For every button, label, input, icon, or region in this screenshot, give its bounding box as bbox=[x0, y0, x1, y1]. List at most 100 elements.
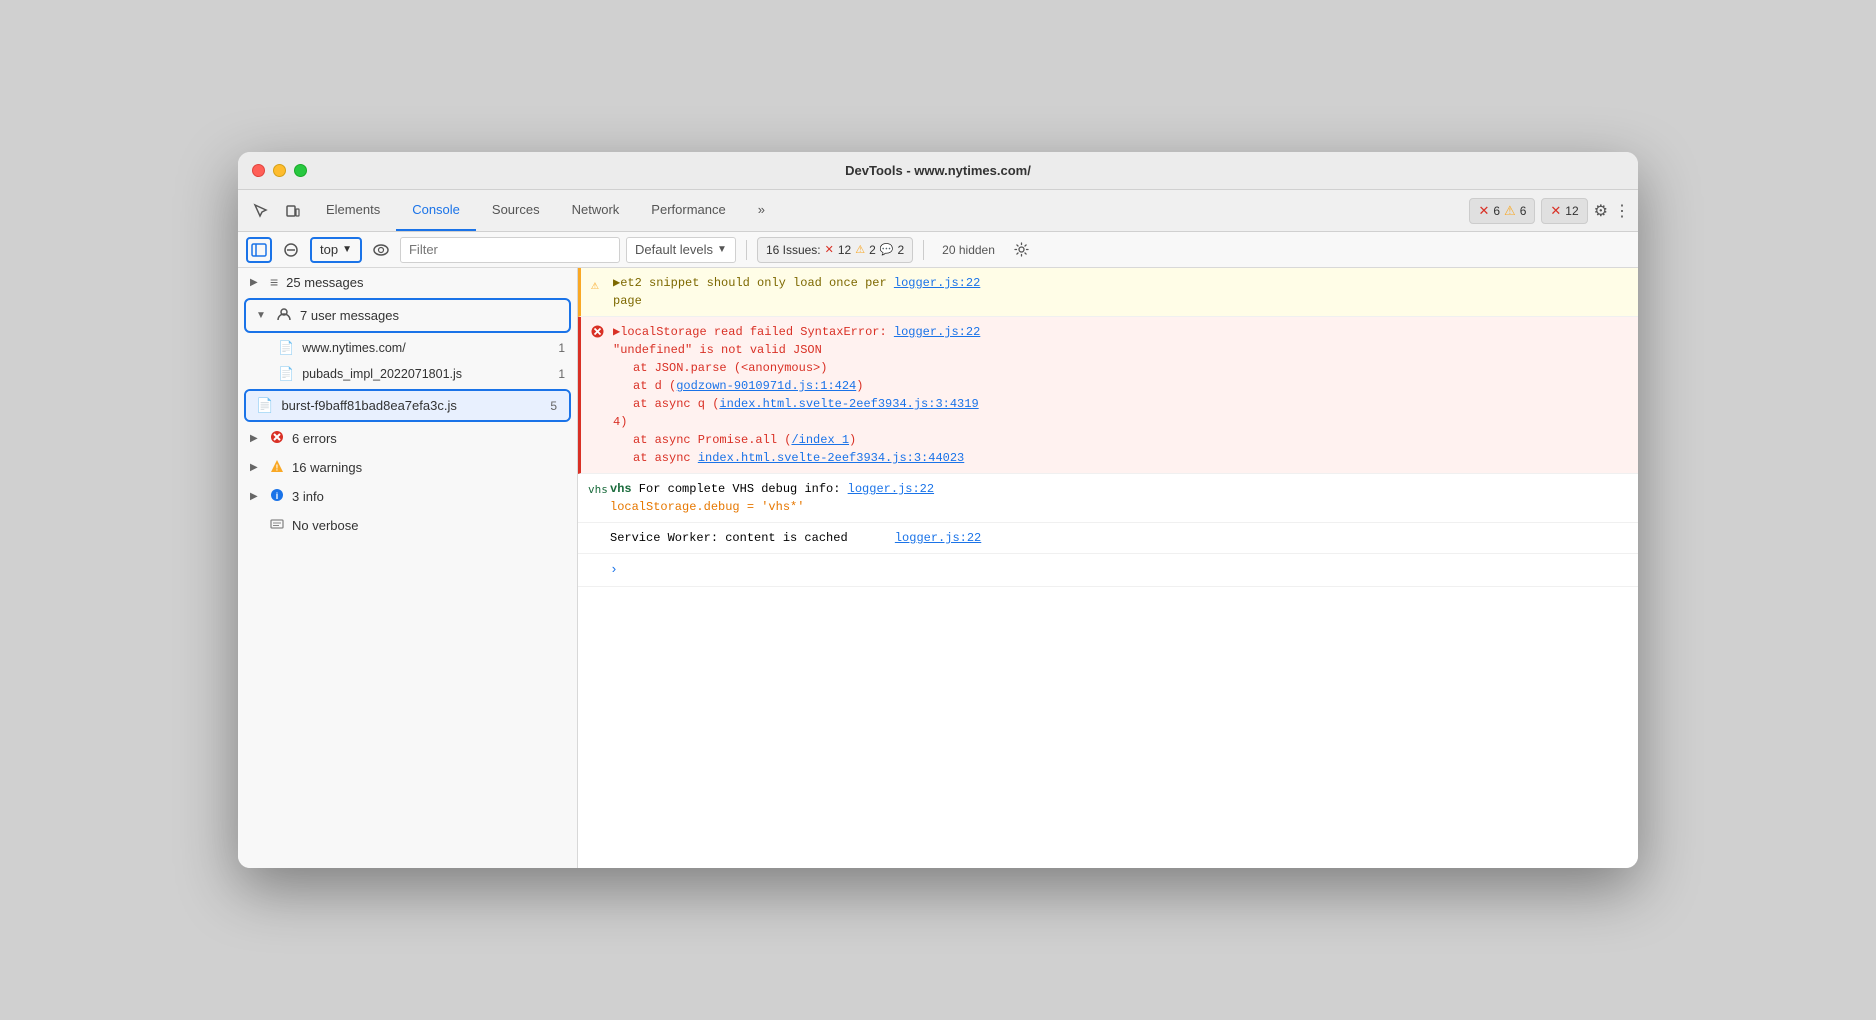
error-link-2[interactable]: godzown-9010971d.js:1:424 bbox=[676, 379, 856, 393]
main-content: ▶ ≡ 25 messages ▼ 7 user messages bbox=[238, 268, 1638, 868]
tab-console[interactable]: Console bbox=[396, 190, 476, 231]
more-options-icon[interactable]: ⋮ bbox=[1614, 201, 1630, 221]
tab-network[interactable]: Network bbox=[556, 190, 636, 231]
sidebar-item-info[interactable]: ▶ i 3 info bbox=[238, 482, 577, 511]
file-icon: 📄 bbox=[256, 397, 273, 414]
show-console-sidebar-button[interactable] bbox=[246, 237, 272, 263]
sidebar-item-user-messages[interactable]: ▼ 7 user messages bbox=[246, 300, 569, 331]
issues-badge[interactable]: ✕ 12 bbox=[1541, 198, 1587, 224]
arrow-icon: ▶ bbox=[250, 462, 262, 473]
expand-arrow-icon: ▼ bbox=[256, 310, 268, 321]
close-button[interactable] bbox=[252, 164, 265, 177]
inspect-element-button[interactable] bbox=[246, 197, 276, 225]
toolbar-divider bbox=[746, 240, 747, 260]
file-icon: 📄 bbox=[278, 366, 294, 382]
console-toolbar: top ▼ Default levels ▼ 16 Issues: ✕ 12 ⚠… bbox=[238, 232, 1638, 268]
file-name: burst-f9baff81bad8ea7efa3c.js bbox=[281, 398, 529, 413]
issues-info-badge-icon: 💬 bbox=[880, 243, 894, 256]
error-icon: ✕ bbox=[1478, 203, 1489, 219]
hidden-count: 20 hidden bbox=[934, 241, 1003, 259]
error-link-3[interactable]: index.html.svelte-2eef3934.js:3:4319 bbox=[719, 397, 978, 411]
device-toggle-button[interactable] bbox=[278, 197, 308, 225]
tab-elements[interactable]: Elements bbox=[310, 190, 396, 231]
issues-panel-badge[interactable]: 16 Issues: ✕ 12 ⚠ 2 💬 2 bbox=[757, 237, 913, 263]
window-title: DevTools - www.nytimes.com/ bbox=[845, 163, 1031, 178]
main-toolbar: Elements Console Sources Network Perform… bbox=[238, 190, 1638, 232]
vhs-content: vhs For complete VHS debug info: logger.… bbox=[610, 480, 1626, 516]
all-messages-label: 25 messages bbox=[286, 275, 565, 290]
user-icon bbox=[276, 306, 292, 325]
log-level-dropdown[interactable]: Default levels ▼ bbox=[626, 237, 736, 263]
console-entry-error: ▶localStorage read failed SyntaxError: l… bbox=[578, 317, 1638, 474]
window-controls[interactable] bbox=[252, 164, 307, 177]
maximize-button[interactable] bbox=[294, 164, 307, 177]
error-count: 6 bbox=[1493, 204, 1500, 218]
context-selector[interactable]: top ▼ bbox=[310, 237, 362, 263]
list-icon: ≡ bbox=[270, 274, 278, 290]
sidebar-file-burst-highlighted: 📄 burst-f9baff81bad8ea7efa3c.js 5 bbox=[244, 389, 571, 422]
sidebar-item-all-messages[interactable]: ▶ ≡ 25 messages bbox=[238, 268, 577, 296]
info-label: 3 info bbox=[292, 489, 565, 504]
file-name: www.nytimes.com/ bbox=[302, 341, 550, 355]
sidebar-file-burst[interactable]: 📄 burst-f9baff81bad8ea7efa3c.js 5 bbox=[246, 391, 569, 420]
warning-text: ▶et2 snippet should only load once per l… bbox=[613, 276, 980, 308]
sidebar-item-warnings[interactable]: ▶ ! 16 warnings bbox=[238, 453, 577, 482]
verbose-icon bbox=[270, 517, 284, 534]
service-link[interactable]: logger.js:22 bbox=[895, 531, 981, 545]
error-link-4[interactable]: /index 1 bbox=[791, 433, 849, 447]
service-content: Service Worker: content is cached logger… bbox=[610, 529, 1626, 547]
console-settings-button[interactable] bbox=[1009, 237, 1035, 263]
sidebar-item-errors[interactable]: ▶ 6 errors bbox=[238, 424, 577, 453]
sidebar-file-pubads[interactable]: 📄 pubads_impl_2022071801.js 1 bbox=[238, 361, 577, 387]
filter-input[interactable] bbox=[400, 237, 620, 263]
console-sidebar: ▶ ≡ 25 messages ▼ 7 user messages bbox=[238, 268, 578, 868]
issues-warnings-count: 2 bbox=[869, 243, 876, 257]
verbose-label: No verbose bbox=[292, 518, 565, 533]
console-prompt-icon: › bbox=[610, 562, 618, 577]
file-count: 1 bbox=[558, 367, 565, 381]
eye-button[interactable] bbox=[368, 237, 394, 263]
file-count: 1 bbox=[558, 341, 565, 355]
log-level-dropdown-icon: ▼ bbox=[717, 244, 727, 255]
tab-more[interactable]: » bbox=[742, 190, 781, 231]
log-level-label: Default levels bbox=[635, 242, 713, 257]
error-warning-badge[interactable]: ✕ 6 ⚠ 6 bbox=[1469, 198, 1535, 224]
error-content: ▶localStorage read failed SyntaxError: l… bbox=[613, 323, 1626, 467]
issues-info-count: 2 bbox=[897, 243, 904, 257]
clear-console-button[interactable] bbox=[278, 237, 304, 263]
warning-link[interactable]: logger.js:22 bbox=[894, 276, 980, 290]
svg-text:!: ! bbox=[276, 464, 279, 473]
arrow-icon: ▶ bbox=[250, 277, 262, 288]
tab-sources[interactable]: Sources bbox=[476, 190, 556, 231]
vhs-link[interactable]: logger.js:22 bbox=[848, 482, 934, 496]
error-link-5[interactable]: index.html.svelte-2eef3934.js:3:44023 bbox=[698, 451, 964, 465]
issues-count: 12 bbox=[1565, 204, 1578, 218]
info-icon: i bbox=[270, 488, 284, 505]
minimize-button[interactable] bbox=[273, 164, 286, 177]
context-label: top bbox=[320, 242, 338, 257]
svg-text:i: i bbox=[276, 491, 279, 501]
user-messages-group: ▼ 7 user messages bbox=[244, 298, 571, 333]
console-entry-service: Service Worker: content is cached logger… bbox=[578, 523, 1638, 554]
arrow-icon: ▶ bbox=[250, 433, 262, 444]
file-icon: 📄 bbox=[278, 340, 294, 356]
user-messages-label: 7 user messages bbox=[300, 308, 557, 323]
error-icon bbox=[270, 430, 284, 447]
error-entry-icon bbox=[591, 325, 604, 345]
error-link-1[interactable]: logger.js:22 bbox=[894, 325, 980, 339]
console-input[interactable]: › bbox=[578, 554, 1638, 587]
arrow-icon: ▶ bbox=[250, 491, 262, 502]
console-entry-warning: ⚠ ▶et2 snippet should only load once per… bbox=[578, 268, 1638, 317]
sidebar-file-nytimes[interactable]: 📄 www.nytimes.com/ 1 bbox=[238, 335, 577, 361]
devtools-window: DevTools - www.nytimes.com/ Elements Con… bbox=[238, 152, 1638, 868]
console-output: ⚠ ▶et2 snippet should only load once per… bbox=[578, 268, 1638, 868]
issues-error-icon: ✕ bbox=[1550, 203, 1561, 219]
tab-performance[interactable]: Performance bbox=[635, 190, 741, 231]
file-name: pubads_impl_2022071801.js bbox=[302, 367, 550, 381]
sidebar-item-verbose[interactable]: No verbose bbox=[238, 511, 577, 540]
vhs-entry-icon: vhs bbox=[588, 482, 608, 499]
settings-icon[interactable]: ⚙ bbox=[1594, 201, 1608, 221]
toolbar-right: ✕ 6 ⚠ 6 ✕ 12 ⚙ ⋮ bbox=[1469, 198, 1630, 224]
warnings-label: 16 warnings bbox=[292, 460, 565, 475]
errors-label: 6 errors bbox=[292, 431, 565, 446]
